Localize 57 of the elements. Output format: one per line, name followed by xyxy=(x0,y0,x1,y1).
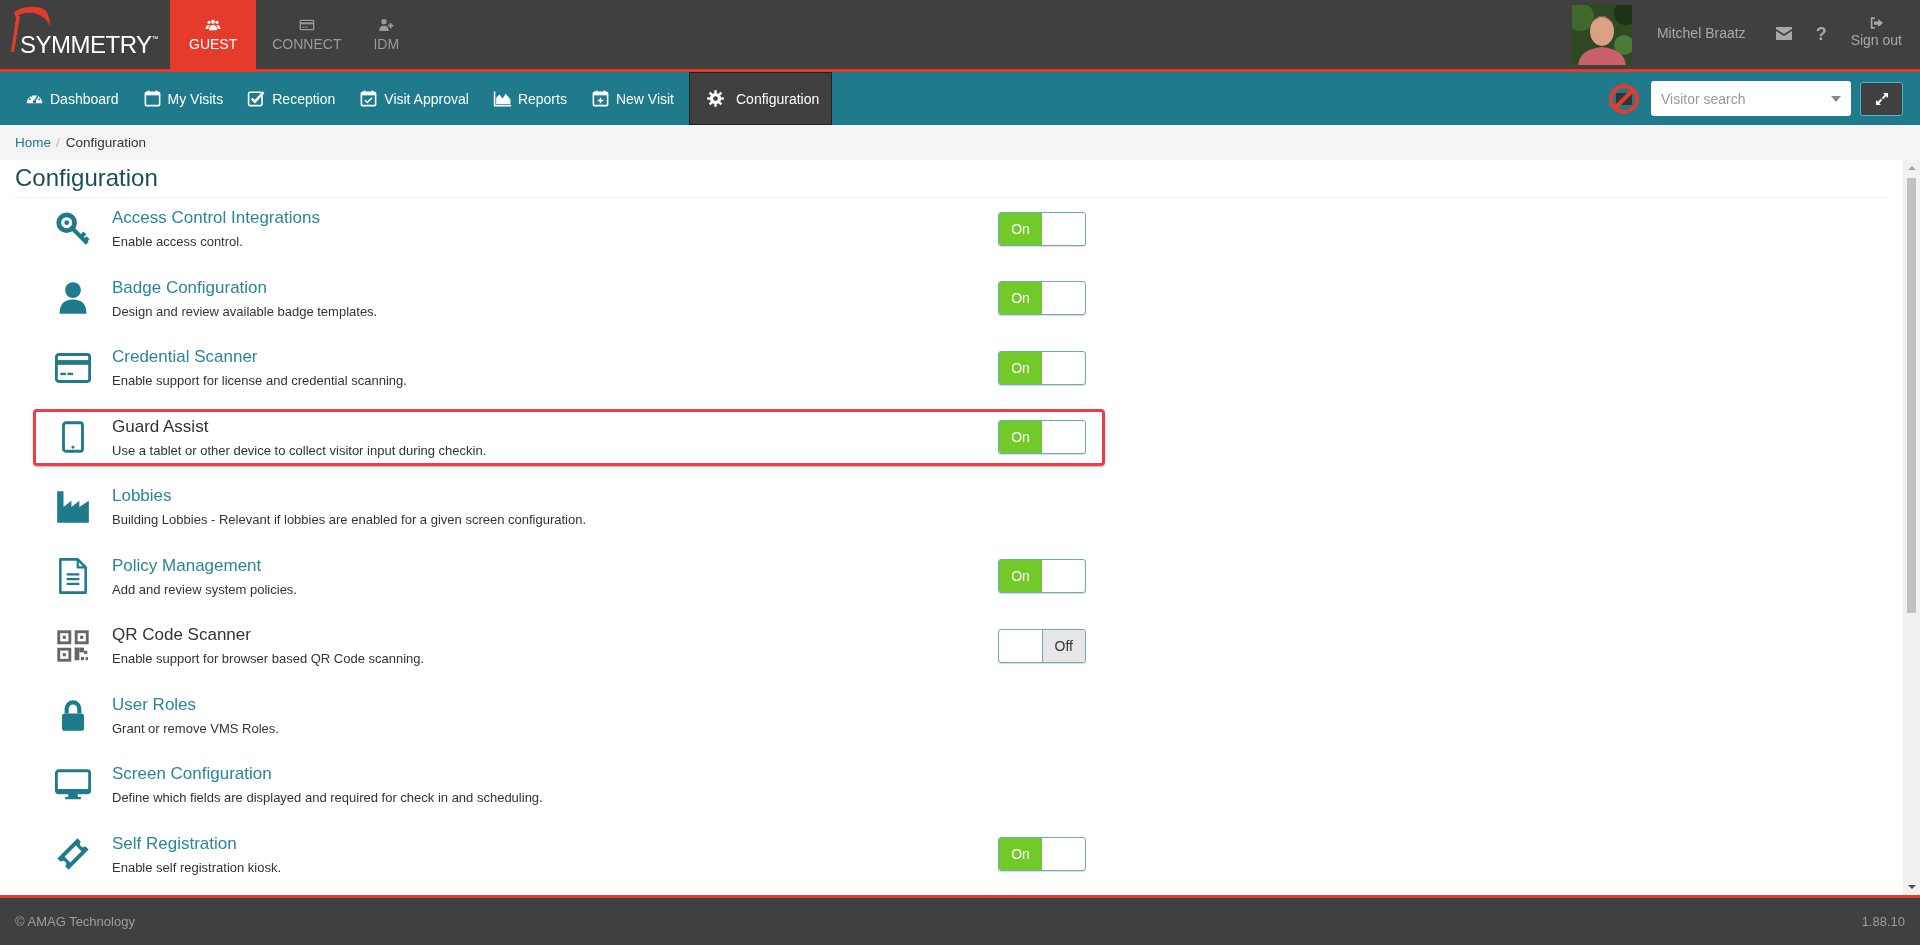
caret-icon xyxy=(1831,96,1841,102)
sign-out-icon xyxy=(1869,17,1883,29)
checkbox-icon xyxy=(247,89,267,108)
version-text: 1.88.10 xyxy=(1861,914,1905,929)
calendar-icon xyxy=(142,89,162,108)
breadcrumb-separator: / xyxy=(55,135,61,150)
group-icon xyxy=(205,17,222,33)
item-title-link[interactable]: Lobbies xyxy=(112,486,998,506)
app-tab[interactable]: CONNECT xyxy=(256,0,358,69)
nav-tab[interactable]: Dashboard xyxy=(13,72,131,125)
item-description: Enable self registration kiosk. xyxy=(112,859,283,875)
item-description: Building Lobbies - Relevant if lobbies are enabled for a given screen configuration. xyxy=(112,512,588,527)
toggle-switch[interactable]: Off xyxy=(998,628,1086,663)
app-tab[interactable]: IDM xyxy=(357,0,416,69)
item-title-link[interactable]: Credential Scanner xyxy=(112,347,998,367)
calendar-check-icon xyxy=(359,89,379,108)
help-button[interactable]: ? xyxy=(1803,24,1839,45)
nav-tab[interactable]: My Visits xyxy=(130,72,236,125)
item-title-link[interactable]: Access Control Integrations xyxy=(112,208,998,228)
expand-icon xyxy=(1874,91,1889,106)
item-description: Enable support for license and credential scanning. xyxy=(112,373,408,388)
item-title-link[interactable]: Badge Configuration xyxy=(112,277,998,298)
card-prohibited-icon xyxy=(1608,82,1640,115)
copyright-text: © AMAG Technology xyxy=(15,914,135,929)
area-chart-icon xyxy=(492,89,512,108)
nav-tab[interactable]: New Visit xyxy=(578,72,686,125)
item-title-link[interactable]: Self Registration xyxy=(112,833,998,854)
item-description: Define which fields are displayed and required for check in and scheduling. xyxy=(112,790,544,805)
item-description: Grant or remove VMS Roles. xyxy=(112,720,280,736)
item-description: Enable support for browser based QR Code scanning. xyxy=(112,651,426,666)
nav-tab[interactable]: Visit Approval xyxy=(347,72,481,125)
nav-tab[interactable]: Reports xyxy=(480,72,579,125)
item-title: Guard Assist xyxy=(112,416,210,437)
app-tab[interactable]: GUEST xyxy=(170,0,257,69)
item-description: Use a tablet or other device to collect visitor input during checkin. xyxy=(112,442,488,458)
nav-tab[interactable]: Configuration xyxy=(689,72,833,125)
calendar-plus-icon xyxy=(590,89,610,108)
settings-icon xyxy=(706,89,725,108)
item-description: Design and review available badge templates. xyxy=(112,303,379,319)
item-title: QR Code Scanner xyxy=(112,625,252,645)
nav-tab[interactable]: Reception xyxy=(235,72,348,125)
item-description: Enable access control. xyxy=(112,234,244,249)
item-title-link[interactable]: User Roles xyxy=(112,694,998,715)
scrollbar[interactable] xyxy=(1903,160,1920,895)
item-description: Add and review system policies. xyxy=(112,581,298,597)
user-plus-icon xyxy=(378,17,395,33)
breadcrumb-link[interactable]: Home xyxy=(15,135,51,150)
item-title-link[interactable]: Screen Configuration xyxy=(112,764,998,784)
page-title: Configuration xyxy=(15,160,1888,198)
expand-button[interactable] xyxy=(1860,81,1903,116)
breadcrumb-current: Configuration xyxy=(65,135,147,150)
item-title-link[interactable]: Policy Management xyxy=(112,555,998,576)
visitor-search-field[interactable]: Visitor search xyxy=(1651,81,1851,116)
mail-icon xyxy=(1775,25,1792,40)
sign-out-button[interactable]: Sign out xyxy=(1838,17,1920,48)
card-icon xyxy=(298,17,315,33)
user-name[interactable]: Mitchel Braatz xyxy=(1656,24,1746,45)
